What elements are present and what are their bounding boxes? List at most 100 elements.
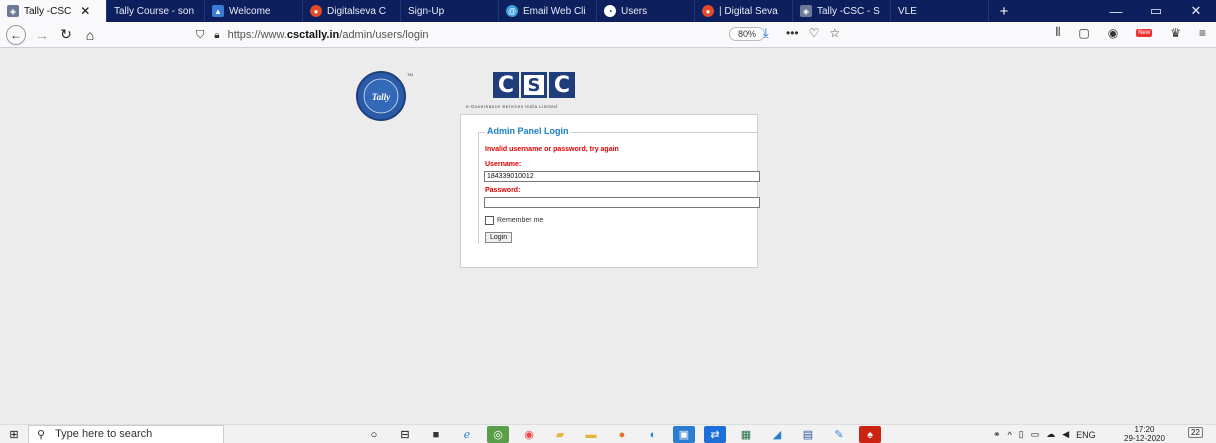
csc-letter-s: S	[521, 72, 547, 98]
new-extension-icon[interactable]: New	[1136, 28, 1153, 37]
url-actions: ••• ♡ ☆	[786, 26, 840, 40]
tab-email-web-client[interactable]: @ Email Web Cli	[499, 0, 597, 22]
search-placeholder: Type here to search	[55, 428, 153, 440]
remember-me[interactable]: Remember me	[485, 216, 543, 225]
password-label: Password:	[485, 187, 521, 194]
back-arrow-icon[interactable]: ←	[6, 24, 26, 45]
tab-label: Tally -CSC	[24, 5, 72, 17]
windows-taskbar: ⊞ ⚲ Type here to search ○ ⊟ ■ ℯ ◎ ◉ ▰ ▬ …	[0, 424, 1216, 443]
sidebar-icon[interactable]: ▢	[1078, 26, 1089, 40]
tab-label: Welcome	[229, 5, 271, 17]
tally-icon: ◈	[7, 5, 19, 17]
app-generic-icon[interactable]: ◢	[766, 426, 788, 443]
chrome-icon[interactable]: ◉	[518, 426, 540, 443]
search-icon: ⚲	[37, 428, 46, 441]
digitalseva-icon: ●	[702, 5, 714, 17]
word-icon[interactable]: ▤	[797, 426, 819, 443]
pinned-apps: ○ ⊟ ■ ℯ ◎ ◉ ▰ ▬ ● ◐ ▣ ⇄ ▦ ◢ ▤ ✎ ♠	[363, 426, 881, 443]
taskbar-search[interactable]: ⚲ Type here to search	[28, 424, 224, 443]
remember-me-label: Remember me	[497, 217, 544, 224]
maximize-icon[interactable]: ▭	[1136, 3, 1176, 19]
digitalseva-icon: ●	[310, 5, 322, 17]
download-icon[interactable]: ⤓	[763, 25, 769, 41]
system-clock[interactable]: 17:20 29-12-2020	[1124, 425, 1165, 443]
url-text[interactable]: https://www.csctally.in/admin/users/logi…	[228, 29, 429, 41]
email-icon: @	[506, 5, 518, 17]
page-content: Tally TM C S C e-Governance Services Ind…	[0, 48, 1216, 417]
close-tab-icon[interactable]: ✕	[80, 4, 90, 18]
tab-label: Tally Course - son	[114, 5, 195, 17]
tally-institute-logo: Tally TM	[343, 70, 419, 122]
folder-icon[interactable]: ▰	[549, 426, 571, 443]
windows-start-icon[interactable]: ⊞	[0, 425, 28, 443]
app-icon[interactable]: ◎	[487, 426, 509, 443]
tab-tally-csc[interactable]: ◈ Tally -CSC ✕	[0, 0, 107, 22]
address-bar[interactable]: ⛉ 🔒︎ https://www.csctally.in/admin/users…	[196, 25, 861, 45]
image-icon: ▲	[212, 5, 224, 17]
lock-icon[interactable]: 🔒︎	[214, 30, 219, 41]
tab-welcome[interactable]: ▲ Welcome	[205, 0, 303, 22]
notification-badge[interactable]: 22	[1188, 427, 1203, 438]
language-indicator[interactable]: ENG	[1076, 430, 1096, 440]
battery-icon[interactable]: ▯	[1019, 429, 1024, 440]
edge-legacy-icon[interactable]: ℯ	[456, 426, 478, 443]
task-view-icon[interactable]: ⊟	[394, 426, 416, 443]
tab-sign-up[interactable]: Sign-Up	[401, 0, 499, 22]
account-icon[interactable]: ◉	[1108, 26, 1118, 40]
clock-date: 29-12-2020	[1124, 434, 1165, 443]
edge-icon[interactable]: ◐	[642, 426, 664, 443]
new-tab-icon[interactable]: +	[989, 3, 1019, 20]
close-window-icon[interactable]: ✕	[1176, 3, 1216, 19]
tab-label: Users	[621, 5, 648, 17]
window-controls: — ▭ ✕	[1096, 0, 1216, 22]
username-input[interactable]	[484, 171, 760, 182]
login-button[interactable]: Login	[485, 232, 513, 243]
network-icon[interactable]: ▭	[1031, 429, 1040, 440]
app-blue-icon[interactable]: ▣	[673, 426, 695, 443]
home-icon[interactable]: ⌂	[78, 24, 102, 46]
pocket-icon[interactable]: ♡	[809, 26, 820, 40]
minimize-icon[interactable]: —	[1096, 4, 1136, 19]
tab-label: Tally -CSC - S	[817, 5, 880, 17]
login-legend: Admin Panel Login	[485, 126, 571, 136]
teamviewer-icon[interactable]: ⇄	[704, 426, 726, 443]
volume-icon[interactable]: ◀	[1062, 429, 1069, 440]
library-icon[interactable]: ⫴	[1055, 25, 1060, 40]
clock-time: 17:20	[1134, 425, 1155, 434]
paint-icon[interactable]: ✎	[828, 426, 850, 443]
people-icon[interactable]: ⚭	[993, 429, 1001, 440]
firefox-icon[interactable]: ●	[611, 426, 633, 443]
password-input[interactable]	[484, 197, 760, 208]
chevron-up-icon[interactable]: ^	[1008, 430, 1012, 440]
excel-icon[interactable]: ▦	[735, 426, 757, 443]
tab-users[interactable]: ◔ Users	[597, 0, 695, 22]
more-actions-icon[interactable]: •••	[786, 26, 799, 40]
menu-icon[interactable]: ≡	[1199, 26, 1206, 40]
tab-label: Digitalseva C	[327, 5, 386, 17]
tab-label: VLE	[898, 5, 917, 17]
tab-vle[interactable]: VLE	[891, 0, 989, 22]
nav-bar: ← → ↻ ⌂ ⛉ 🔒︎ https://www.csctally.in/adm…	[0, 22, 1216, 48]
zoom-indicator[interactable]: 80%	[729, 27, 766, 41]
tab-digital-seva[interactable]: ● | Digital Seva	[695, 0, 793, 22]
forward-arrow-icon[interactable]: →	[30, 24, 54, 46]
onedrive-icon[interactable]: ☁	[1046, 429, 1055, 440]
tab-tally-csc-2[interactable]: ◈ Tally -CSC - S	[793, 0, 891, 22]
url-path: /admin/users/login	[339, 29, 429, 41]
gift-icon[interactable]: ♛	[1170, 26, 1181, 40]
file-explorer-icon[interactable]: ▬	[580, 426, 602, 443]
store-icon[interactable]: ■	[425, 426, 447, 443]
tally-icon: ◈	[800, 5, 812, 17]
cortana-icon[interactable]: ○	[363, 426, 385, 443]
bookmark-star-icon[interactable]: ☆	[829, 26, 840, 40]
svg-text:TM: TM	[407, 72, 413, 77]
tab-bar: ◈ Tally -CSC ✕ Tally Course - son ▲ Welc…	[0, 0, 1216, 22]
tab-digitalseva[interactable]: ● Digitalseva C	[303, 0, 401, 22]
csc-letter-c2: C	[549, 72, 575, 98]
remember-me-checkbox[interactable]	[485, 216, 494, 225]
tab-label: Email Web Cli	[523, 5, 586, 17]
shield-icon[interactable]: ⛉	[196, 29, 204, 42]
tab-tally-course[interactable]: Tally Course - son	[107, 0, 205, 22]
acrobat-icon[interactable]: ♠	[859, 426, 881, 443]
reload-icon[interactable]: ↻	[54, 24, 78, 46]
